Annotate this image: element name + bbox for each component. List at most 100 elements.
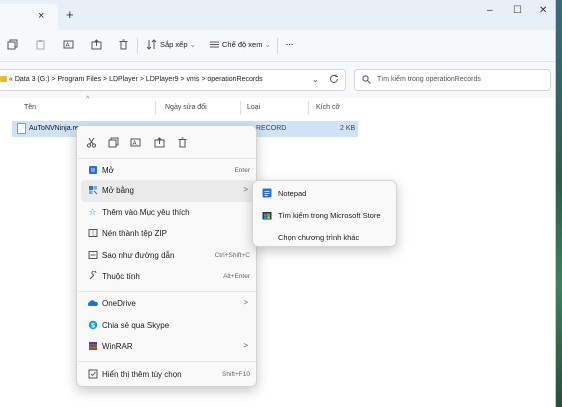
search-icon: [362, 75, 371, 86]
address-row: « Data 3 (G:) > Program Files > LDPlayer…: [0, 62, 555, 98]
chevron-down-icon: ⌄: [189, 40, 196, 49]
delete-icon[interactable]: [176, 137, 188, 149]
menu-item-label: Mở bằng: [102, 186, 134, 195]
column-divider[interactable]: [240, 101, 241, 115]
submenu-item-notepad[interactable]: Notepad: [253, 182, 398, 204]
context-menu: A Mở Enter Mở bằng > ☆ Thêm vào Mục yêu …: [76, 125, 257, 387]
column-header-date[interactable]: Ngày sửa đổi: [165, 104, 207, 111]
address-bar[interactable]: « Data 3 (G:) > Program Files > LDPlayer…: [0, 69, 346, 91]
menu-item-shortcut: Enter: [234, 167, 250, 174]
breadcrumb-separator: >: [201, 76, 206, 83]
skype-icon: S: [87, 320, 98, 331]
share-icon[interactable]: [153, 137, 165, 149]
search-box[interactable]: Tìm kiếm trong operationRecords: [354, 69, 551, 91]
menu-item-label: Thêm vào Mục yêu thích: [102, 208, 190, 217]
menu-divider: [78, 291, 257, 292]
menu-item-shortcut: Alt+Enter: [223, 273, 250, 280]
chevron-down-icon: ⌄: [264, 40, 271, 49]
breadcrumb-separator: >: [51, 76, 56, 83]
submenu-item-label: Tìm kiếm trong Microsoft Store: [278, 211, 381, 220]
tab-close-button[interactable]: ×: [38, 10, 44, 22]
toolbar-divider: [277, 38, 278, 54]
chevron-down-icon[interactable]: ⌄: [312, 75, 319, 84]
new-tab-button[interactable]: +: [66, 7, 74, 22]
open-with-submenu: Notepad Tìm kiếm trong Microsoft Store C…: [252, 180, 397, 247]
copy-icon[interactable]: [6, 39, 18, 51]
breadcrumb-overflow[interactable]: «: [9, 76, 13, 83]
view-button[interactable]: Chế độ xem ⌄: [222, 40, 271, 49]
store-icon: [262, 210, 272, 220]
sort-icon: [145, 39, 157, 51]
svg-text:S: S: [91, 322, 95, 329]
paste-icon[interactable]: [34, 39, 46, 51]
explorer-tab[interactable]: ×: [0, 4, 58, 30]
maximize-button[interactable]: ☐: [513, 5, 522, 16]
column-header-size[interactable]: Kích cỡ: [316, 104, 340, 111]
column-divider[interactable]: [308, 101, 309, 115]
sort-button[interactable]: Sắp xếp ⌄: [160, 40, 196, 49]
breadcrumb: « Data 3 (G:) > Program Files > LDPlayer…: [0, 76, 263, 83]
menu-item-label: Mở: [102, 166, 114, 175]
breadcrumb-item[interactable]: operationRecords: [207, 76, 262, 83]
more-button[interactable]: ···: [286, 40, 294, 49]
menu-item-open-with[interactable]: Mở bằng >: [81, 180, 254, 202]
breadcrumb-separator: >: [103, 76, 108, 83]
menu-item-add-favorites[interactable]: ☆ Thêm vào Mục yêu thích: [77, 202, 258, 224]
view-label: Chế độ xem: [222, 40, 263, 49]
share-icon[interactable]: [90, 39, 102, 51]
notepad-icon: [262, 188, 272, 198]
menu-item-more-options[interactable]: Hiển thị thêm tùy chọn Shift+F10: [77, 364, 258, 386]
sort-label: Sắp xếp: [160, 40, 188, 49]
search-input[interactable]: Tìm kiếm trong operationRecords: [377, 76, 481, 83]
breadcrumb-item[interactable]: LDPlayer9: [146, 76, 179, 83]
open-with-icon: [87, 185, 98, 196]
rename-icon[interactable]: A: [62, 39, 74, 51]
submenu-item-label: Chọn chương trình khác: [278, 233, 360, 242]
menu-item-open[interactable]: Mở Enter: [77, 160, 258, 182]
submenu-item-store-search[interactable]: Tìm kiếm trong Microsoft Store: [253, 204, 398, 226]
menu-item-label: Chia sẻ qua Skype: [102, 321, 170, 330]
file-size: 2 KB: [340, 125, 356, 132]
menu-item-properties[interactable]: Thuộc tính Alt+Enter: [77, 266, 258, 288]
zip-icon: [87, 228, 98, 239]
menu-divider: [78, 158, 257, 159]
column-header-type[interactable]: Loại: [247, 104, 260, 111]
copy-path-icon: [87, 250, 98, 261]
chevron-right-icon: >: [243, 341, 248, 350]
menu-item-copy-as-path[interactable]: Sao như đường dẫn Ctrl+Shift+C: [77, 245, 258, 267]
breadcrumb-item[interactable]: vms: [187, 76, 200, 83]
menu-item-onedrive[interactable]: OneDrive >: [77, 293, 258, 315]
copy-icon[interactable]: [107, 137, 119, 149]
column-header-name[interactable]: Tên: [24, 104, 36, 111]
title-bar: × + – ☐ ✕: [0, 0, 555, 30]
more-options-icon: [87, 369, 98, 380]
breadcrumb-separator: >: [139, 76, 144, 83]
folder-icon: [0, 76, 7, 82]
star-icon: ☆: [88, 207, 97, 217]
breadcrumb-item[interactable]: Program Files: [57, 76, 101, 83]
submenu-item-choose-other[interactable]: Chọn chương trình khác: [253, 226, 398, 248]
column-divider[interactable]: [155, 101, 156, 115]
menu-item-compress-zip[interactable]: Nén thành tệp ZIP: [77, 223, 258, 245]
breadcrumb-item[interactable]: LDPlayer: [109, 76, 138, 83]
minimize-button[interactable]: –: [487, 5, 493, 16]
menu-item-shortcut: Shift+F10: [221, 371, 250, 378]
menu-item-label: Hiển thị thêm tùy chọn: [102, 370, 182, 379]
rename-icon[interactable]: A: [129, 137, 141, 149]
menu-item-skype-share[interactable]: S Chia sẻ qua Skype: [77, 315, 258, 337]
refresh-icon[interactable]: [329, 74, 339, 87]
onedrive-icon: [87, 298, 98, 309]
command-bar: A Sắp xếp ⌄ Chế độ xem ⌄ ···: [0, 30, 555, 62]
file-explorer-window: × + – ☐ ✕ A Sắp xếp ⌄ Chế độ xem ⌄ ··· «…: [0, 0, 556, 407]
cut-icon[interactable]: [85, 137, 97, 149]
menu-item-winrar[interactable]: WinRAR >: [77, 336, 258, 358]
file-name: AuToNVNinja.re: [29, 125, 79, 132]
breadcrumb-item[interactable]: Data 3 (G:): [15, 76, 50, 83]
delete-icon[interactable]: [117, 39, 129, 51]
close-button[interactable]: ✕: [539, 5, 547, 16]
file-type: RECORD: [256, 125, 287, 132]
chevron-right-icon: >: [243, 185, 248, 194]
toolbar-divider: [137, 38, 138, 54]
wrench-icon: [87, 270, 98, 282]
menu-item-label: Thuộc tính: [102, 272, 140, 281]
